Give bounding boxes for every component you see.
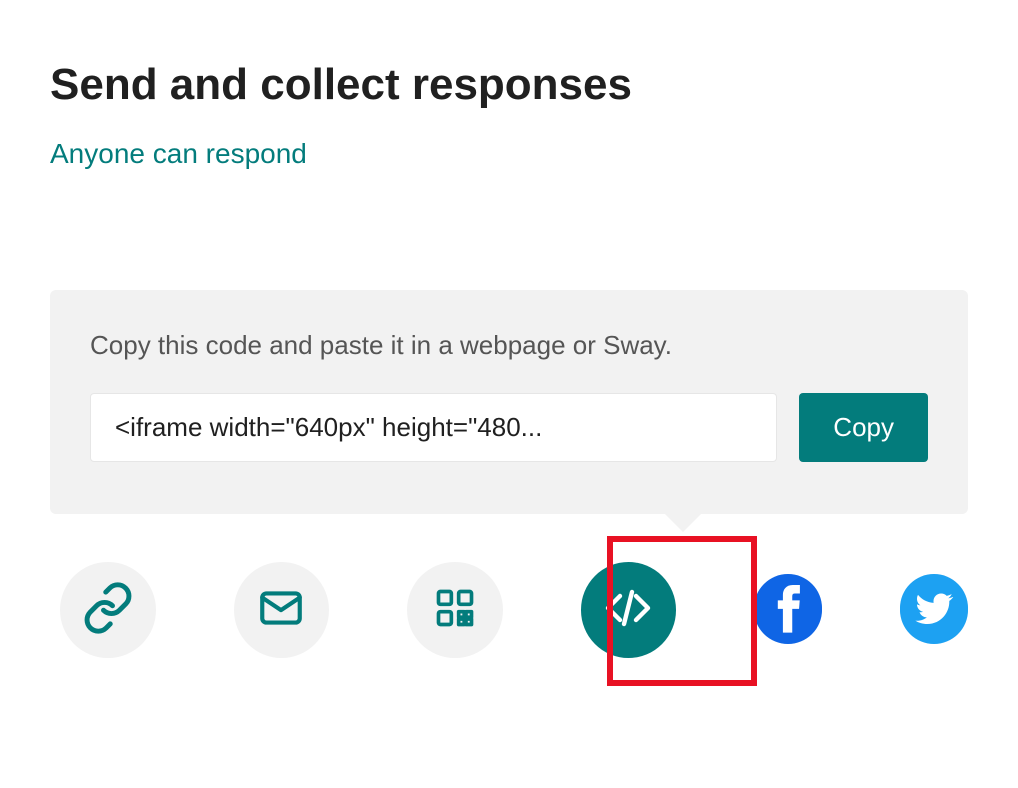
copy-button[interactable]: Copy [799, 393, 928, 462]
qrcode-icon [433, 586, 477, 635]
share-embed-button[interactable] [581, 562, 677, 658]
share-twitter-button[interactable] [900, 576, 968, 644]
twitter-icon [900, 574, 968, 647]
email-icon [256, 583, 306, 638]
callout-pointer [665, 514, 701, 532]
share-email-button[interactable] [234, 562, 330, 658]
share-qrcode-button[interactable] [407, 562, 503, 658]
link-icon [81, 581, 135, 640]
share-options-row [50, 562, 968, 658]
respond-setting-link[interactable]: Anyone can respond [50, 138, 968, 170]
embed-code-input[interactable] [90, 393, 777, 462]
embed-instruction: Copy this code and paste it in a webpage… [90, 330, 928, 361]
facebook-icon [754, 574, 822, 647]
page-title: Send and collect responses [50, 60, 968, 110]
share-facebook-button[interactable] [754, 576, 822, 644]
share-link-button[interactable] [60, 562, 156, 658]
embed-panel: Copy this code and paste it in a webpage… [50, 290, 968, 514]
embed-icon [604, 584, 652, 637]
